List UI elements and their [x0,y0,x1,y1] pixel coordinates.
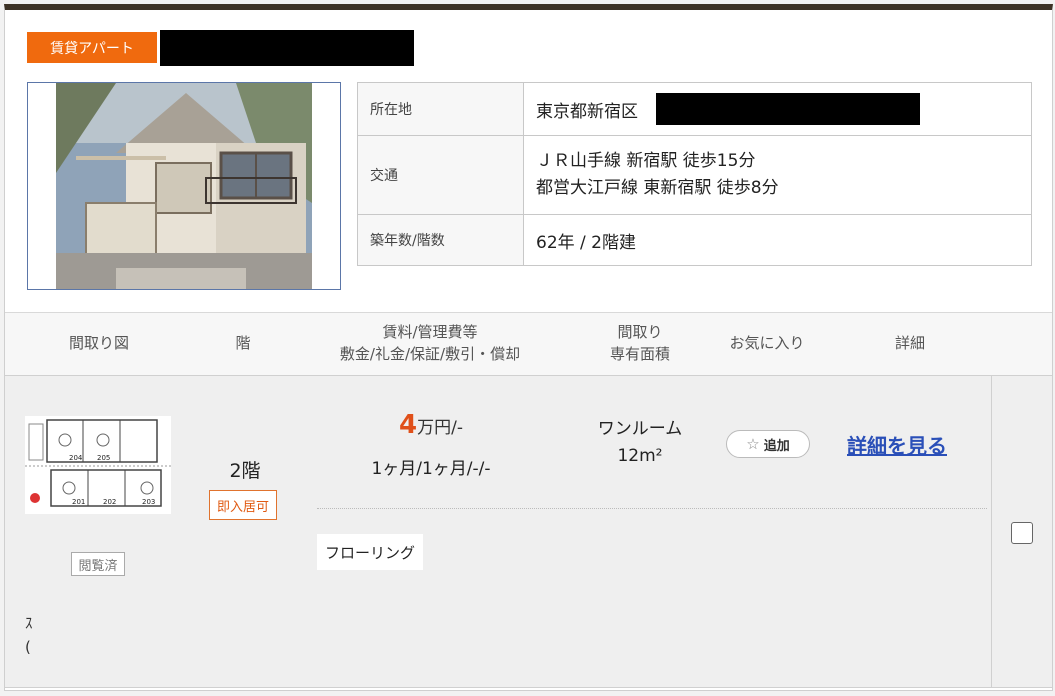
header-layout-line1: 間取り [617,323,663,342]
dotted-divider [317,508,987,509]
viewed-badge: 閲覧済 [71,552,125,576]
rent-number: 4 [399,410,418,440]
immediate-move-in-badge: 即入居可 [209,490,277,520]
transport-label: 交通 [357,135,524,215]
header-layout-line2: 専有面積 [609,345,670,363]
truncated-text-1: ｽ [25,614,33,632]
room-label-203: 203 [142,498,155,506]
transport-line-1: ＪＲ山手線 新宿駅 徒歩15分 [536,150,756,171]
transport-value: ＪＲ山手線 新宿駅 徒歩15分 都営大江戸線 東新宿駅 徒歩8分 [523,135,1032,215]
location-text: 東京都新宿区 [536,101,638,122]
header-rent-line1: 賃料/管理費等 [382,323,478,342]
header-floor: 階 [235,334,251,353]
room-label-201: 201 [72,498,85,506]
rent-price: 4万円/- [341,410,521,440]
age-label: 築年数/階数 [357,214,524,266]
building-photo-image [56,83,312,289]
property-photo[interactable] [27,82,341,290]
view-details-link[interactable]: 詳細を見る [847,430,947,459]
room-label-204: 204 [69,454,83,462]
room-label-202: 202 [103,498,116,506]
header-floorplan: 間取り図 [68,334,129,353]
add-favorite-label: 追加 [763,438,790,454]
select-room-checkbox[interactable] [1011,522,1033,544]
header-detail: 詳細 [894,334,925,353]
feature-tag-flooring: フローリング [317,534,424,570]
add-favorite-button[interactable]: ☆ 追加 [726,430,810,458]
header-favorite: お気に入り [729,334,805,353]
room-table-header: 間取り図 階 賃料/管理費等 敷金/礼金/保証/敷引・償却 間取り 専有面積 お… [5,313,1052,376]
floor-area: 12m² [617,446,663,467]
floorplan-diagram: 204 205 201 202 203 [25,419,171,507]
room-layout: ワンルーム 12m² [575,416,705,470]
room-label-205: 205 [97,454,110,462]
rent-unit: 万円/- [417,418,463,438]
property-card: 賃貸アパート 所在地 東京都新宿区 交通 ＪＲ山手線 新宿駅 徒歩15分 都営大… [4,4,1053,691]
header-rent: 賃料/管理費等 敷金/礼金/保証/敷引・償却 [315,313,545,375]
location-value: 東京都新宿区 [523,82,1032,136]
floorplan-thumbnail[interactable]: 204 205 201 202 203 [25,416,171,514]
location-label: 所在地 [357,82,524,136]
header-rent-line2: 敷金/礼金/保証/敷引・償却 [339,345,521,363]
room-row: 204 205 201 202 203 閲覧済 ｽ ( 2階 即入居可 4万円/… [5,376,1052,688]
property-info-table: 所在地 東京都新宿区 交通 ＪＲ山手線 新宿駅 徒歩15分 都営大江戸線 東新宿… [357,82,1032,266]
property-type-badge: 賃貸アパート [27,32,157,63]
star-plus-icon: ☆ [746,435,760,453]
checkbox-column-divider [991,376,992,687]
redacted-property-name [160,30,414,66]
age-value: 62年 / 2階建 [523,214,1032,266]
layout-type: ワンルーム [597,419,683,439]
header-layout: 間取り 専有面積 [580,313,700,375]
transport-line-2: 都営大江戸線 東新宿駅 徒歩8分 [536,178,779,198]
room-floor: 2階 [229,460,261,482]
truncated-text-2: ( [25,638,31,656]
deposit-key-money: 1ヶ月/1ヶ月/-/- [371,459,491,479]
redacted-address [656,93,920,125]
